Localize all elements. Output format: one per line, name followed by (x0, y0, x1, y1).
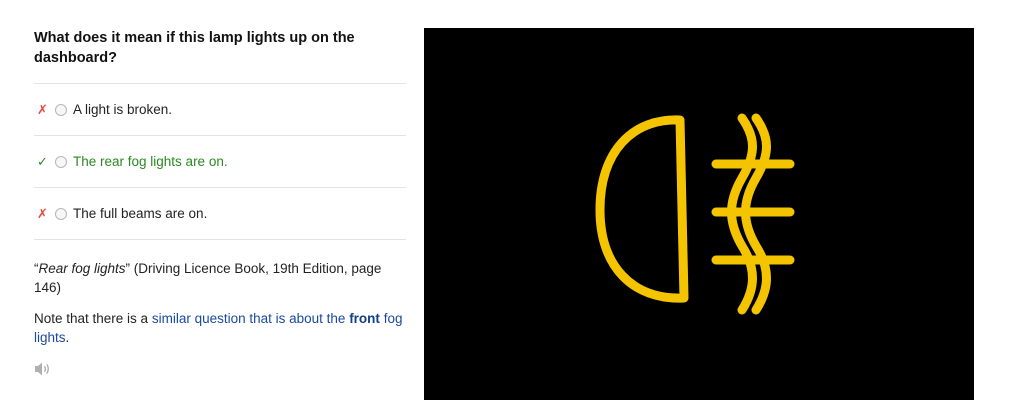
question-panel: What does it mean if this lamp lights up… (34, 28, 406, 377)
radio-button[interactable] (55, 207, 67, 220)
answer-label: The full beams are on. (73, 206, 208, 221)
link-text-bold: front (349, 311, 380, 326)
question-title: What does it mean if this lamp lights up… (34, 28, 406, 84)
wrong-mark-icon: ✗ (37, 101, 48, 117)
answer-option-2[interactable]: ✓ The rear fog lights are on. (34, 136, 406, 188)
correct-mark-icon: ✓ (37, 153, 48, 169)
answer-label: The rear fog lights are on. (73, 154, 228, 169)
answer-list: ✗ A light is broken. ✓ The rear fog ligh… (34, 84, 406, 240)
note-prefix: Note that there is a (34, 311, 152, 326)
dashboard-lamp-image (424, 28, 974, 400)
answer-label: A light is broken. (73, 102, 173, 117)
citation-title: Rear fog lights (38, 261, 126, 276)
radio-button[interactable] (55, 103, 67, 116)
citation: “Rear fog lights” (Driving Licence Book,… (34, 259, 406, 297)
note: Note that there is a similar question th… (34, 309, 406, 347)
answer-option-1[interactable]: ✗ A light is broken. (34, 84, 406, 136)
wrong-mark-icon: ✗ (37, 205, 48, 221)
speaker-icon[interactable] (34, 361, 52, 377)
note-suffix: . (65, 330, 70, 345)
rear-fog-light-icon (595, 113, 795, 315)
answer-option-3[interactable]: ✗ The full beams are on. (34, 188, 406, 240)
radio-button[interactable] (55, 155, 67, 168)
link-text-before: similar question that is about the (151, 311, 350, 326)
